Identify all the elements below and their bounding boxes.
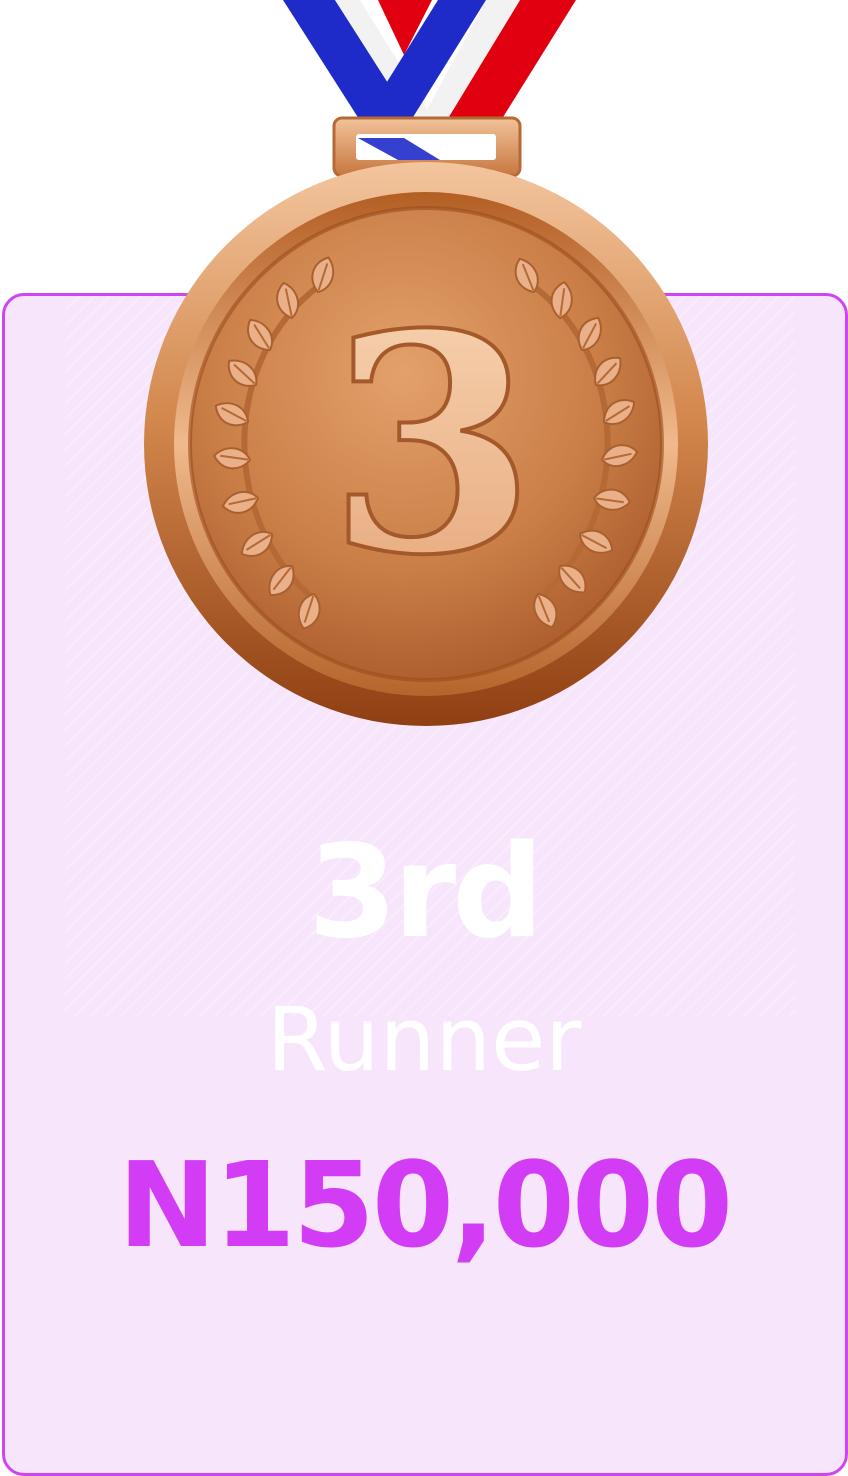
prize-tier-card-page: 3 3rd Runner N150,000 bbox=[0, 0, 848, 1476]
medal-rank-numeral: 3 bbox=[328, 268, 537, 621]
place-heading: 3rd bbox=[308, 818, 544, 967]
role-label: Runner bbox=[266, 988, 582, 1091]
prize-amount: N150,000 bbox=[117, 1136, 733, 1274]
bronze-medal-icon: 3 bbox=[144, 0, 708, 726]
